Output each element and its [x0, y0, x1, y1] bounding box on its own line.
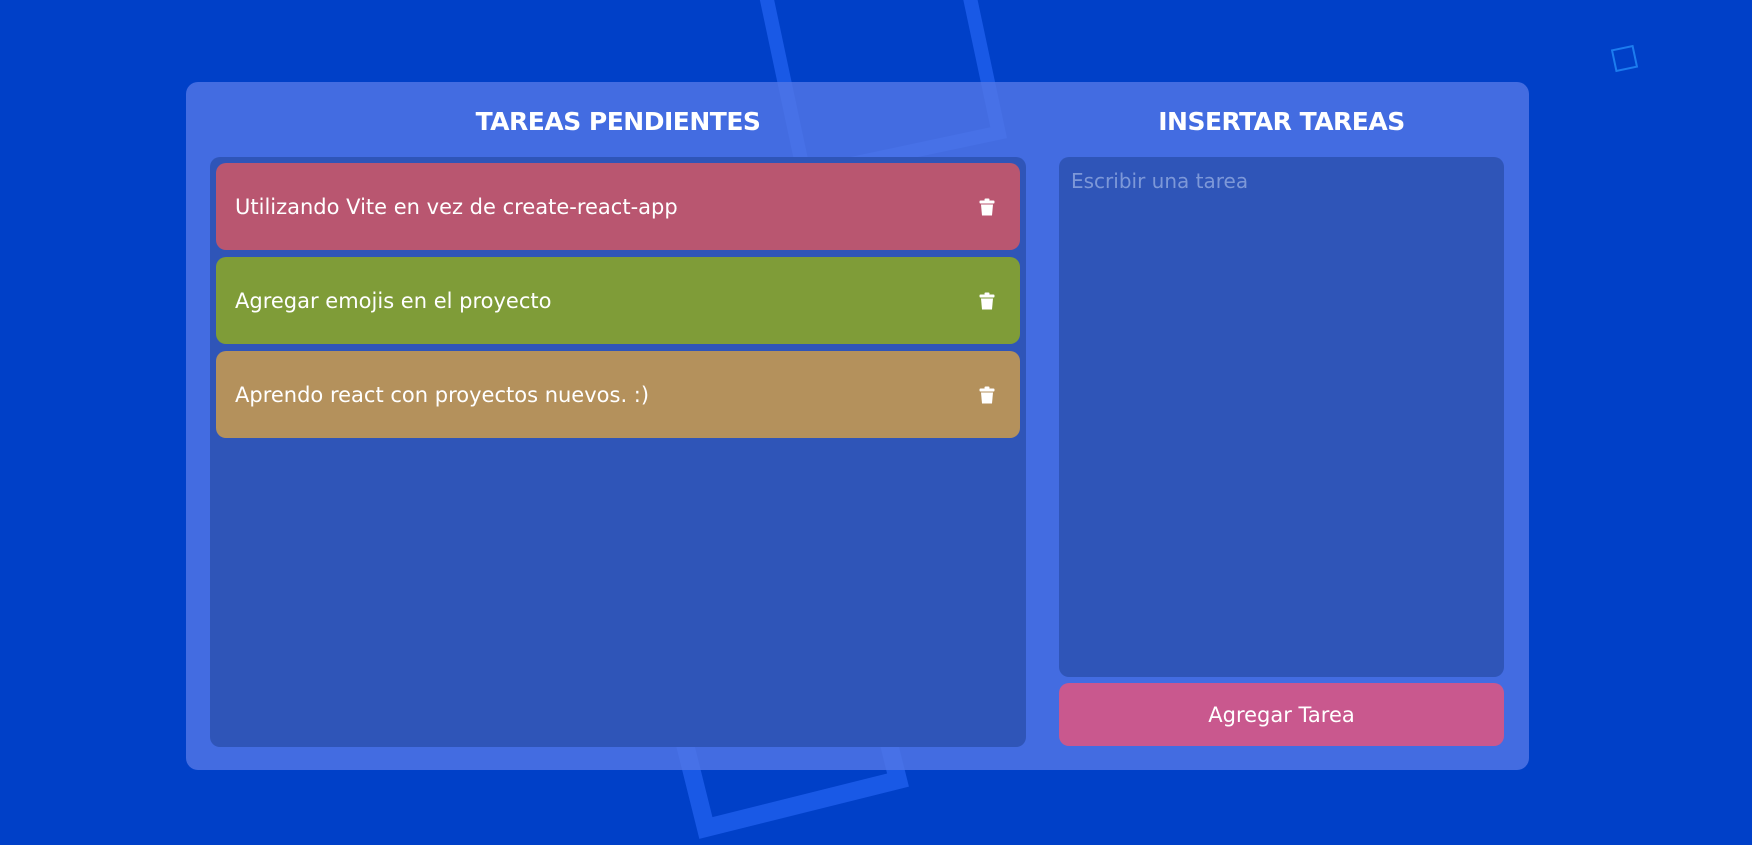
task-text: Aprendo react con proyectos nuevos. :) [235, 382, 650, 407]
trash-icon[interactable] [973, 287, 1001, 315]
task-item: Aprendo react con proyectos nuevos. :) [216, 351, 1020, 438]
add-task-button[interactable]: Agregar Tarea [1059, 683, 1504, 746]
insert-tasks-title: INSERTAR TAREAS [1158, 107, 1405, 136]
todo-app-card: TAREAS PENDIENTES INSERTAR TAREAS Utiliz… [186, 82, 1529, 770]
trash-icon[interactable] [973, 193, 1001, 221]
task-input[interactable] [1059, 157, 1504, 677]
task-text: Agregar emojis en el proyecto [235, 288, 552, 313]
task-text: Utilizando Vite en vez de create-react-a… [235, 194, 678, 219]
task-item: Utilizando Vite en vez de create-react-a… [216, 163, 1020, 250]
trash-icon[interactable] [973, 381, 1001, 409]
pending-tasks-title: TAREAS PENDIENTES [475, 107, 761, 136]
decorative-square-small [1610, 44, 1639, 73]
pending-tasks-list: Utilizando Vite en vez de create-react-a… [210, 157, 1026, 747]
task-item: Agregar emojis en el proyecto [216, 257, 1020, 344]
